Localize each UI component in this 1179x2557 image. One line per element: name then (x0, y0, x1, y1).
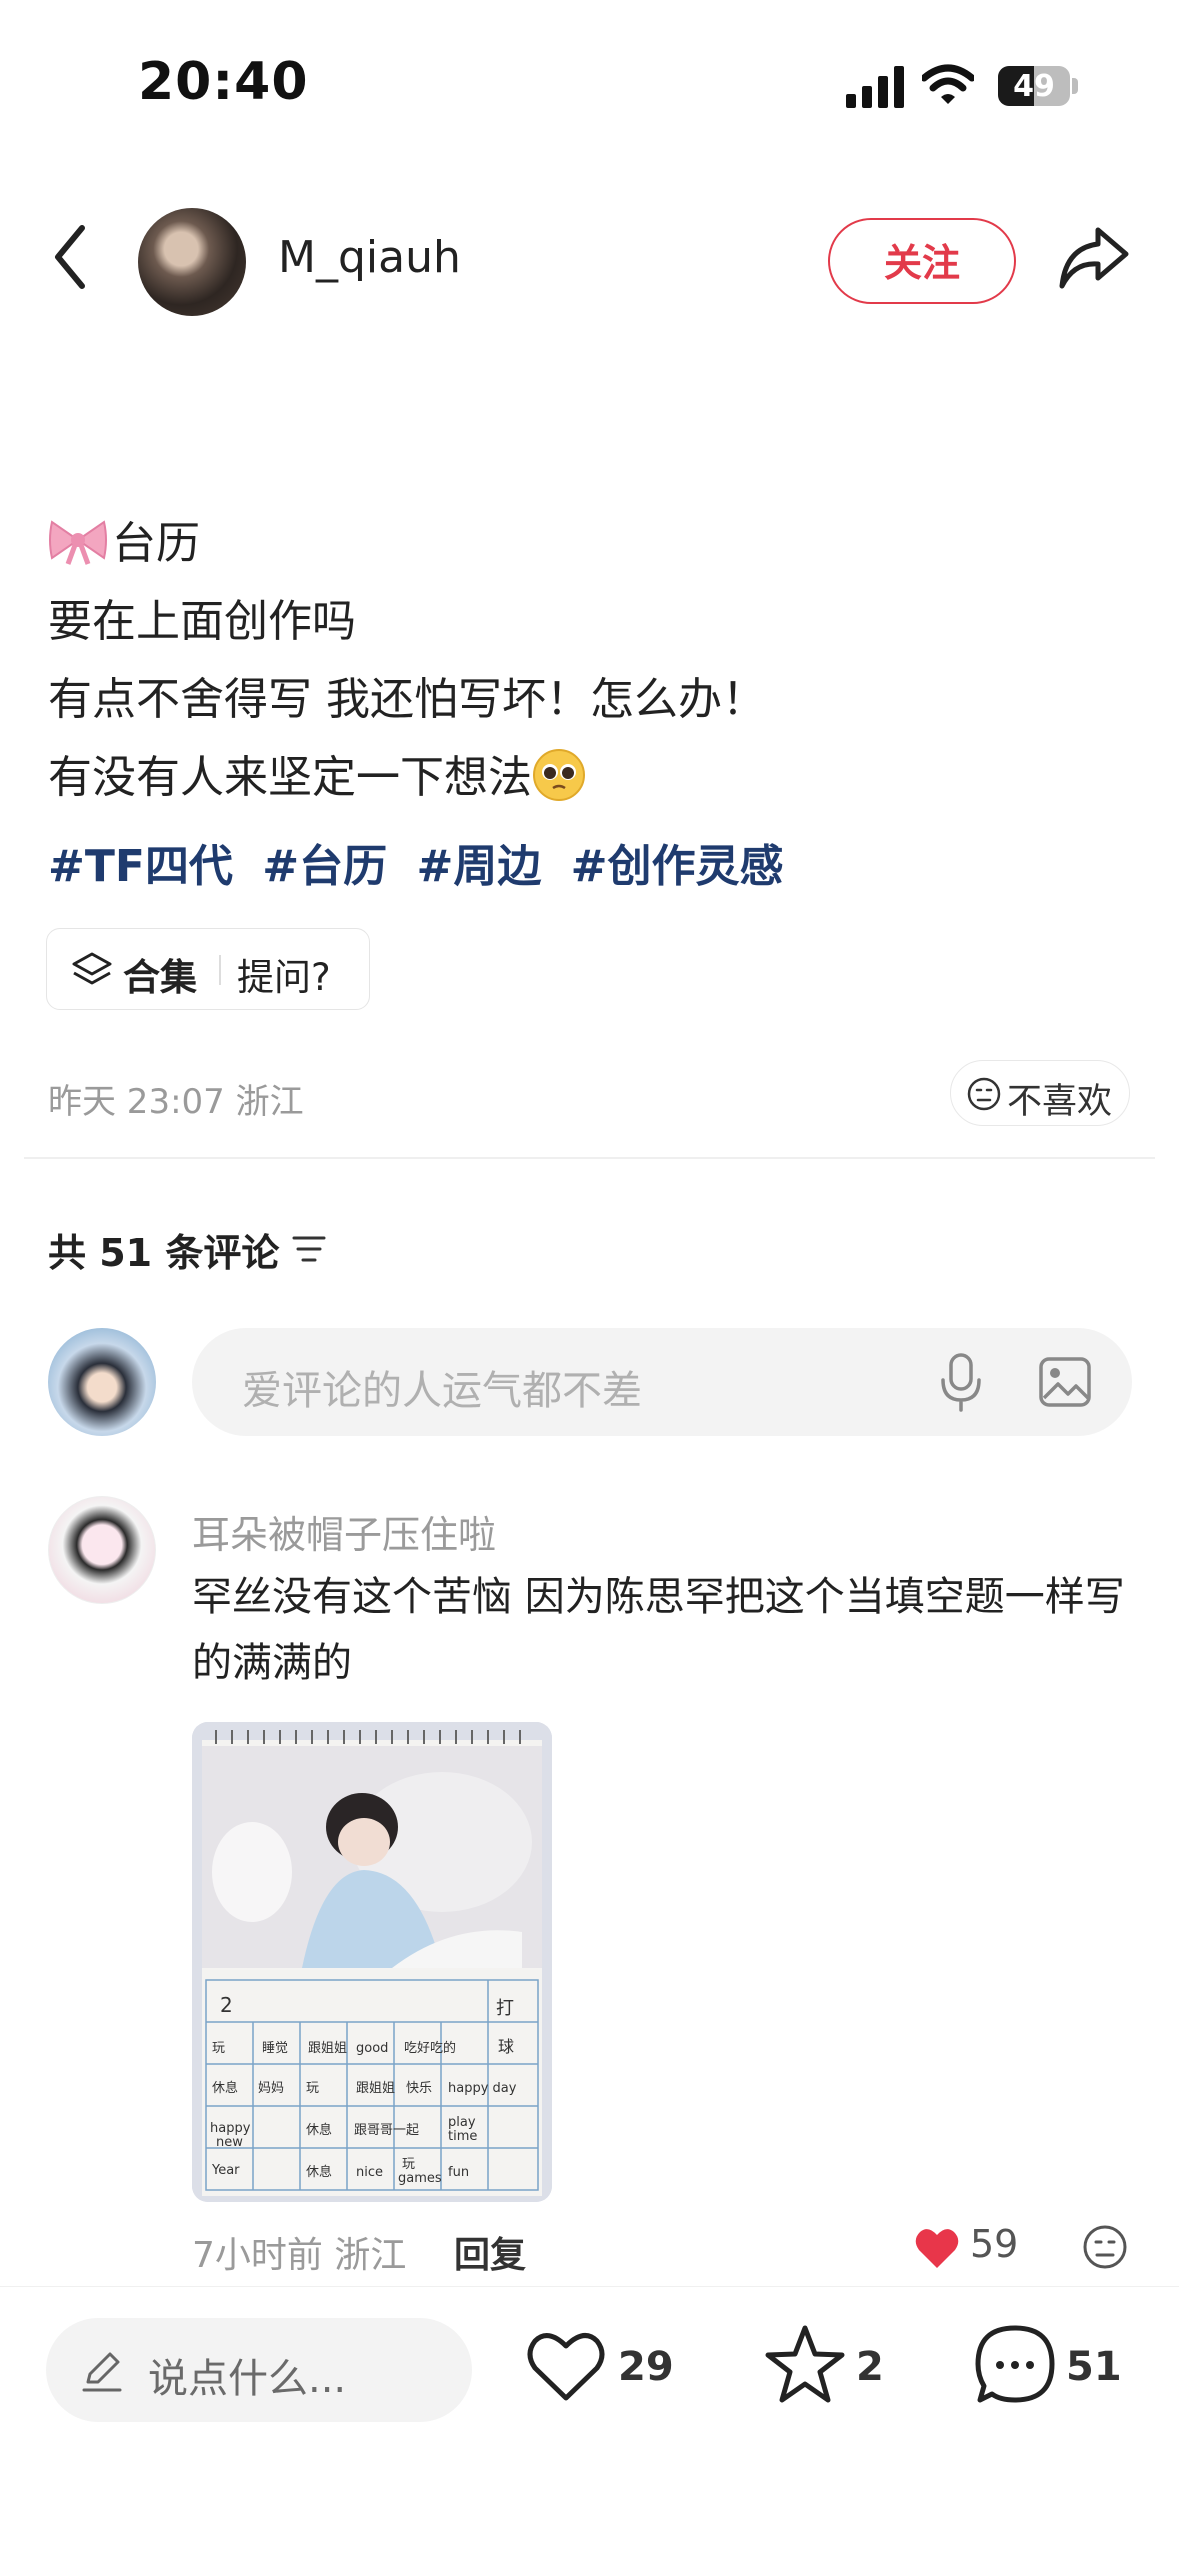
comment-meta: 7小时前 浙江 (192, 2235, 407, 2276)
svg-text:休息: 休息 (306, 2122, 332, 2138)
hashtag-merch[interactable]: #周边 (416, 841, 541, 892)
comment-count: 共 51 条评论 (48, 1231, 280, 1275)
svg-text:睡觉: 睡觉 (262, 2041, 288, 2056)
comment-text: 罕丝没有这个苦恼 因为陈思罕把这个当填空题一样写的满满的 (192, 1574, 1125, 1686)
neutral-face-icon (967, 1077, 1001, 1111)
comment-total: 51 (1066, 2344, 1122, 2390)
svg-text:games: games (398, 2171, 442, 2186)
svg-text:跟姐姐: 跟姐姐 (356, 2081, 395, 2096)
svg-text:打: 打 (496, 1998, 514, 2019)
svg-text:跟姐姐: 跟姐姐 (308, 2041, 347, 2056)
neutral-face-icon[interactable] (1082, 2224, 1128, 2270)
comment-input[interactable]: 爱评论的人运气都不差 (192, 1328, 1132, 1436)
svg-text:good: good (356, 2041, 388, 2056)
layers-icon (72, 952, 112, 985)
bow-emoji (49, 520, 107, 565)
star-count: 2 (856, 2344, 884, 2390)
battery-level: 49 (1013, 69, 1055, 104)
dislike-label: 不喜欢 (1007, 1082, 1113, 1122)
commenter-avatar[interactable] (48, 1496, 156, 1604)
bottom-input-placeholder: 说点什么... (148, 2356, 347, 2402)
comment-like-count: 59 (970, 2222, 1019, 2266)
post-line-4-text: 有没有人来坚定一下想法 (48, 752, 532, 803)
star-icon[interactable] (764, 2324, 846, 2404)
svg-text:happy day: happy day (448, 2081, 517, 2096)
wifi-icon (922, 64, 974, 104)
collection-chip[interactable]: 合集 提问? (46, 928, 370, 1010)
signal-icon (846, 66, 904, 108)
author-avatar[interactable] (138, 208, 246, 316)
comment-input-placeholder: 爱评论的人运气都不差 (242, 1368, 642, 1414)
svg-text:妈妈: 妈妈 (258, 2081, 284, 2096)
battery-nub (1072, 78, 1078, 94)
dislike-button[interactable]: 不喜欢 (950, 1060, 1130, 1126)
hashtag-inspiration[interactable]: #创作灵感 (571, 841, 784, 892)
heart-icon[interactable] (526, 2328, 606, 2404)
collection-label: 合集 (123, 956, 197, 999)
svg-text:休息: 休息 (306, 2164, 332, 2180)
svg-text:happy: happy (210, 2121, 251, 2136)
hashtag-calendar[interactable]: #台历 (262, 841, 387, 892)
share-icon[interactable] (1058, 222, 1130, 292)
svg-text:time: time (448, 2129, 477, 2144)
svg-text:nice: nice (356, 2165, 383, 2180)
svg-text:球: 球 (498, 2037, 514, 2056)
svg-text:玩: 玩 (402, 2157, 415, 2172)
svg-text:快乐: 快乐 (406, 2081, 432, 2096)
heart-icon[interactable] (914, 2226, 960, 2270)
sort-icon[interactable] (290, 1232, 328, 1266)
image-icon[interactable] (1038, 1356, 1092, 1408)
mic-icon[interactable] (938, 1352, 984, 1412)
svg-text:play: play (448, 2115, 476, 2130)
divider (24, 1157, 1155, 1159)
status-time: 20:40 (138, 52, 309, 112)
svg-text:玩: 玩 (212, 2041, 225, 2056)
svg-text:吃好吃的: 吃好吃的 (404, 2040, 456, 2056)
svg-text:fun: fun (448, 2165, 469, 2180)
svg-text:2: 2 (220, 1993, 233, 2017)
svg-text:玩: 玩 (306, 2081, 319, 2096)
reply-button[interactable]: 回复 (454, 2226, 526, 2278)
post-line-3: 有点不舍得写 我还怕写坏！怎么办！ (48, 674, 766, 725)
svg-text:Year: Year (211, 2163, 240, 2178)
comment-icon[interactable] (974, 2324, 1056, 2406)
back-icon[interactable] (50, 222, 90, 292)
comment-image-calendar[interactable]: 2 打 球 玩 睡觉 跟姐姐 good 吃好吃的 休息 妈妈 玩 跟姐姐 快乐 … (192, 1722, 552, 2202)
follow-button[interactable]: 关注 (828, 218, 1016, 304)
question-label[interactable]: 提问? (237, 947, 331, 1001)
post-meta: 昨天 23:07 浙江 (48, 1082, 304, 1122)
svg-text:new: new (216, 2135, 243, 2150)
calendar-photo: 2 打 球 玩 睡觉 跟姐姐 good 吃好吃的 休息 妈妈 玩 跟姐姐 快乐 … (192, 1722, 552, 2202)
bottom-comment-input[interactable]: 说点什么... (46, 2318, 472, 2422)
post-line-1: 台历 (48, 514, 200, 574)
author-name[interactable]: M_qiauh (278, 232, 461, 283)
post-line-4: 有没有人来坚定一下想法 (48, 748, 586, 808)
post-title: 台历 (112, 518, 200, 569)
like-count: 29 (618, 2344, 674, 2390)
hashtag-row: #TF四代 #台历 #周边 #创作灵感 (48, 830, 798, 894)
pen-icon (82, 2352, 122, 2392)
svg-text:休息: 休息 (212, 2080, 238, 2096)
my-avatar (48, 1328, 156, 1436)
chip-separator (219, 955, 221, 985)
commenter-name[interactable]: 耳朵被帽子压住啦 (192, 1504, 496, 1559)
hashtag-tf[interactable]: #TF四代 (48, 841, 233, 892)
svg-text:跟哥哥一起: 跟哥哥一起 (354, 2123, 419, 2138)
pleading-face-emoji (533, 749, 585, 801)
battery-icon: 49 (998, 66, 1070, 106)
post-line-2: 要在上面创作吗 (48, 596, 356, 647)
